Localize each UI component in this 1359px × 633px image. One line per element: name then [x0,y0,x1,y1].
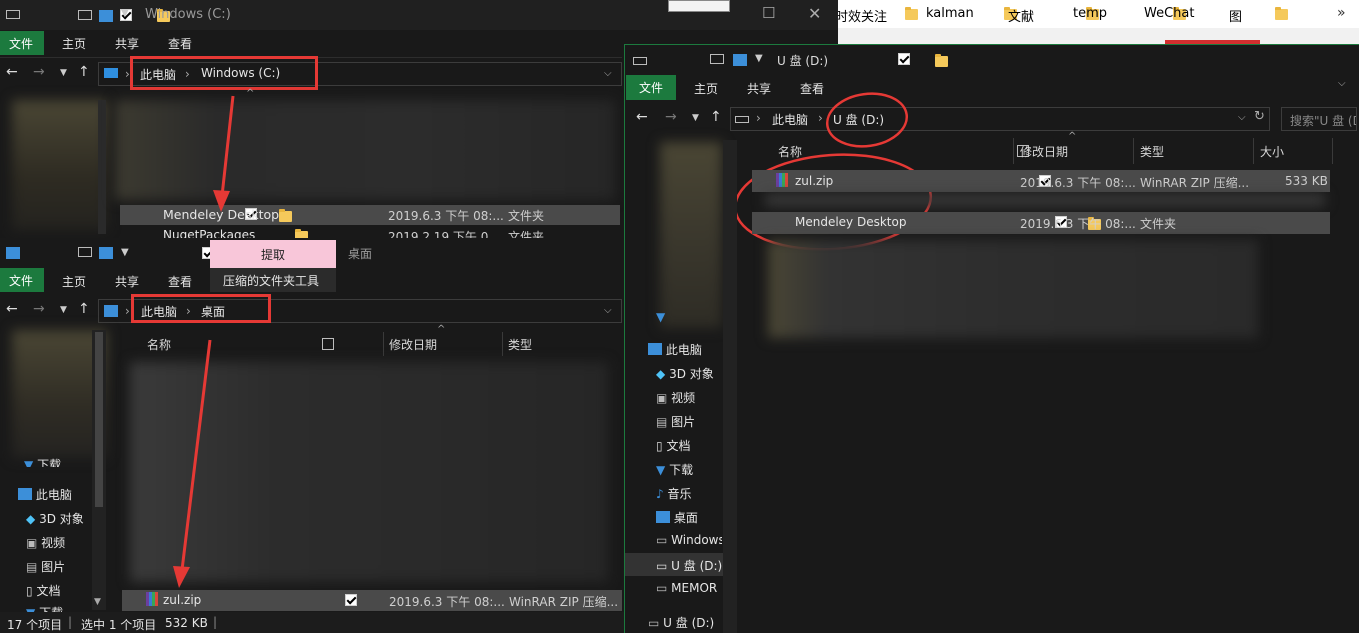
blurred-row [765,194,1325,206]
sidebar-label: 桌面 [673,511,698,525]
ribbon-tab-file[interactable]: 文件 [626,75,676,100]
bookmark-item[interactable]: 时效关注 [835,6,887,25]
sidebar-item-usb[interactable]: ▭ U 盘 (D:) [656,557,722,574]
sidebar-item-desktop[interactable]: 桌面 [656,509,698,526]
video-icon: ▣ [656,391,668,405]
ribbon-tab-home[interactable]: 主页 [694,80,718,97]
sidebar-item-music[interactable]: ♪ 音乐 [656,485,692,502]
refresh-icon[interactable]: ↻ [1254,109,1265,124]
picture-icon: ▤ [656,415,668,429]
sidebar-label: 音乐 [667,487,692,501]
drive-icon: ▭ [656,559,668,573]
download-icon: ▼ [656,463,666,477]
pc-icon [648,343,662,355]
bookmark-item[interactable]: temp [1073,6,1107,21]
sidebar-label: 此电脑 [665,343,702,357]
sidebar-label: 3D 对象 [669,367,714,381]
ribbon-expand-icon[interactable]: ⌵ [1338,78,1346,89]
column-divider [1253,138,1254,164]
arrow-line [180,339,212,571]
drive-icon: ▭ [656,581,668,595]
up-button[interactable]: ↑ [710,109,722,125]
file-date: 2019.6.3 下午 08:... [1020,176,1136,190]
chevron-down-icon[interactable]: ▼ [755,53,763,64]
music-icon: ♪ [656,487,664,501]
folder-icon [1275,7,1289,20]
annotation-circle [825,92,909,148]
rename-icon[interactable] [710,54,724,64]
sidebar-label: U 盘 (D:) [671,559,722,573]
sidebar-label: 下载 [669,463,694,477]
properties-icon[interactable] [897,53,910,65]
file-type: 文件夹 [1140,217,1177,231]
column-size[interactable]: 大小 [1260,143,1284,160]
sidebar-label: 图片 [671,415,696,429]
download-icon: ▼ [656,310,666,324]
column-divider [1332,138,1333,164]
column-type[interactable]: 类型 [1140,143,1164,160]
sidebar-label: MEMOR [671,581,718,595]
blurred-sidebar [660,142,722,328]
back-button[interactable]: ← [636,109,648,125]
folder-icon [905,7,918,20]
sidebar-item-memory[interactable]: ▭ MEMOR [656,581,722,595]
floating-box [668,0,730,12]
file-name[interactable]: Mendeley Desktop [795,215,906,229]
sort-arrow-icon: ^ [1068,131,1077,142]
cube-icon: ◆ [656,367,666,381]
arrow-head [173,566,190,588]
bookmark-item[interactable]: WeChat [1144,6,1194,21]
sidebar-item-downloads[interactable]: ▼ 下载 [656,461,693,478]
close-button[interactable]: ✕ [808,4,821,23]
column-date[interactable]: 修改日期 [1020,143,1068,160]
browser-toolbar [835,28,1359,44]
sidebar-item-3d-objects[interactable]: ◆ 3D 对象 [656,365,714,382]
sidebar-label: 视频 [671,391,696,405]
sidebar-label: U 盘 (D:) [663,616,715,630]
file-name[interactable]: zul.zip [795,174,833,188]
scrollbar[interactable] [723,140,737,633]
document-icon: ▯ [656,439,663,453]
search-input[interactable]: 搜索"U 盘 (D:..." [1281,107,1357,131]
zip-file-icon [776,173,788,187]
drive-icon: ▭ [648,616,660,630]
desktop-icon [656,511,670,523]
column-name[interactable]: 名称 [778,143,802,160]
bookmark-item[interactable]: 图 [1229,6,1242,25]
address-dropdown[interactable]: ⌵ [1238,112,1246,123]
column-divider [1133,138,1134,164]
blurred-file-list [768,240,1258,338]
drive-icon [633,57,647,65]
column-divider [1013,138,1014,164]
file-size: 533 KB [1285,174,1328,188]
sidebar-label: 文档 [666,439,691,453]
arrow-line [220,95,235,197]
sidebar-label: Windows [671,533,722,547]
sidebar-item-videos[interactable]: ▣ 视频 [656,389,695,406]
sidebar-item-windows[interactable]: ▭ Windows [656,533,722,547]
sidebar-item-this-pc[interactable]: 此电脑 [648,341,702,358]
maximize-button[interactable]: ☐ [762,4,775,22]
window-title: U 盘 (D:) [777,54,829,68]
sidebar-item-usb-root[interactable]: ▭ U 盘 (D:) [648,614,728,631]
sidebar-item-pictures[interactable]: ▤ 图片 [656,413,695,430]
file-date: 2019.6.3 下午 08:... [1020,217,1136,231]
bookmark-item[interactable]: 文献 [1008,6,1034,25]
new-folder-icon[interactable] [935,54,949,67]
more-bookmarks-icon[interactable]: » [1337,5,1346,21]
recent-dropdown[interactable]: ▼ [692,113,699,123]
pane-icon[interactable] [733,54,747,66]
bookmark-item[interactable]: kalman [926,6,974,21]
sidebar-item-documents[interactable]: ▯ 文档 [656,437,690,454]
forward-button[interactable]: → [665,109,677,125]
arrow-head [213,190,230,212]
file-type: WinRAR ZIP 压缩... [1140,176,1250,190]
drive-icon: ▭ [656,533,668,547]
annotation-arrows [173,95,235,588]
